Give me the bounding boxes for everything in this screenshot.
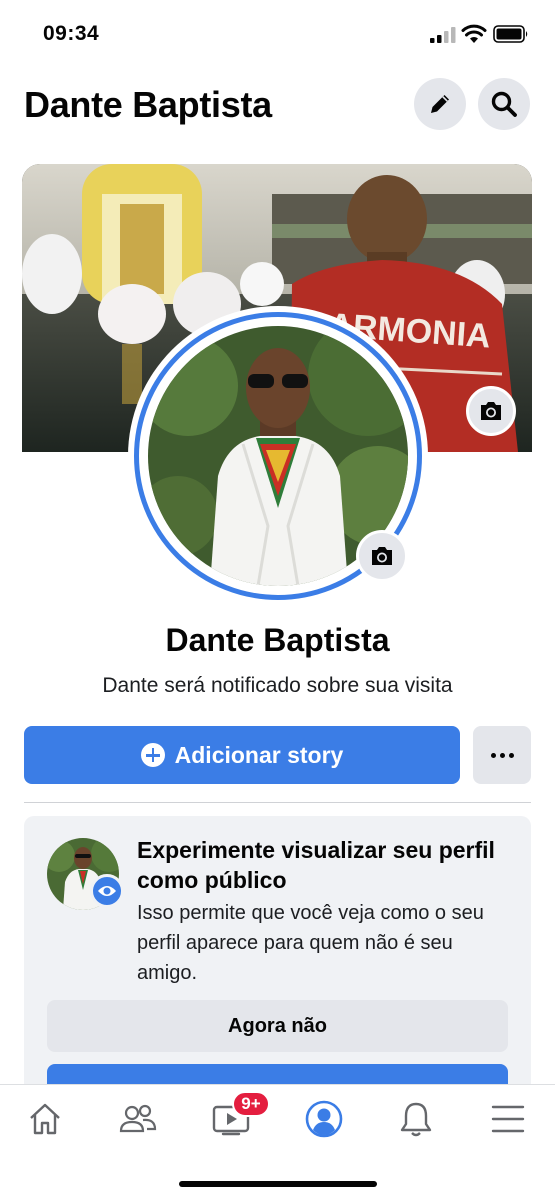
- menu-icon: [491, 1105, 525, 1133]
- search-button[interactable]: [478, 78, 530, 130]
- edit-cover-button[interactable]: [466, 386, 516, 436]
- nav-profile[interactable]: [294, 1097, 354, 1141]
- profile-name: Dante Baptista: [165, 622, 390, 658]
- nav-notifications[interactable]: [386, 1097, 446, 1141]
- more-dots-icon: [490, 752, 496, 758]
- home-indicator: [179, 1181, 377, 1187]
- status-time: 09:34: [43, 22, 100, 45]
- plus-circle-icon: [140, 743, 165, 767]
- nav-menu[interactable]: [478, 1097, 538, 1141]
- cellular-signal-icon: [430, 27, 456, 43]
- wifi-icon: [461, 24, 487, 43]
- eye-icon: [90, 874, 124, 908]
- video-badge: 9+: [232, 1091, 270, 1117]
- card-title: Experimente visualizar seu perfil como p…: [137, 837, 495, 893]
- edit-profile-picture-button[interactable]: [356, 530, 408, 582]
- add-story-button[interactable]: Adicionar story: [24, 726, 460, 784]
- card-description: Isso permite que você veja como o seu pe…: [137, 902, 484, 984]
- battery-icon: [493, 25, 528, 43]
- nav-friends[interactable]: [108, 1097, 168, 1141]
- status-bar: 09:34: [0, 0, 555, 70]
- not-now-button[interactable]: Agora não: [47, 1000, 508, 1052]
- page-title: Dante Baptista: [24, 84, 272, 125]
- divider: [24, 802, 531, 803]
- add-story-label: Adicionar story: [174, 741, 344, 768]
- page-header: Dante Baptista: [0, 70, 555, 140]
- nav-home[interactable]: [15, 1097, 75, 1141]
- notifications-icon: [400, 1102, 432, 1137]
- search-icon: [491, 91, 517, 117]
- camera-icon: [372, 547, 392, 565]
- pencil-icon: [431, 95, 449, 113]
- view-as-public-card: Experimente visualizar seu perfil como p…: [24, 816, 531, 1106]
- visit-notice: Dante será notificado sobre sua visita: [102, 674, 453, 697]
- friends-icon: [119, 1104, 157, 1133]
- edit-button[interactable]: [414, 78, 466, 130]
- home-icon: [30, 1103, 60, 1135]
- camera-icon: [481, 402, 501, 420]
- profile-icon: [305, 1100, 343, 1138]
- more-options-button[interactable]: [473, 726, 531, 784]
